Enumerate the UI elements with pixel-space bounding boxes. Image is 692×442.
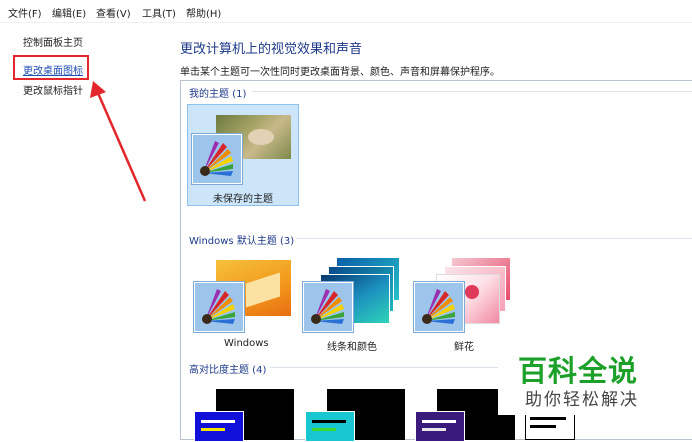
watermark-subtitle: 助你轻松解决 [525, 390, 639, 410]
theme-label: 鲜花 [454, 342, 474, 353]
theme-thumbnail-image [194, 411, 244, 442]
group-header-my-themes: 我的主题 (1) [189, 89, 247, 100]
theme-thumbnail-image [305, 411, 355, 442]
theme-label: 线条和颜色 [327, 342, 377, 353]
group-header-high-contrast-themes: 高对比度主题 (4) [189, 365, 267, 376]
page-description: 单击某个主题可一次性同时更改桌面背景、颜色、声音和屏幕保护程序。 [180, 67, 500, 78]
palette-icon [194, 282, 244, 332]
palette-icon [192, 134, 242, 184]
group-header-windows-themes: Windows 默认主题 (3) [189, 236, 295, 247]
group-divider [296, 238, 692, 239]
palette-icon [303, 282, 353, 332]
palette-icon [414, 282, 464, 332]
page-title: 更改计算机上的视觉效果和声音 [180, 42, 363, 57]
theme-label: Windows [224, 338, 269, 349]
group-divider [252, 91, 692, 92]
watermark-title: 百科全说 [518, 354, 639, 388]
group-divider [270, 367, 500, 368]
theme-thumbnail-image [415, 411, 465, 442]
theme-label: 未保存的主题 [213, 194, 273, 205]
